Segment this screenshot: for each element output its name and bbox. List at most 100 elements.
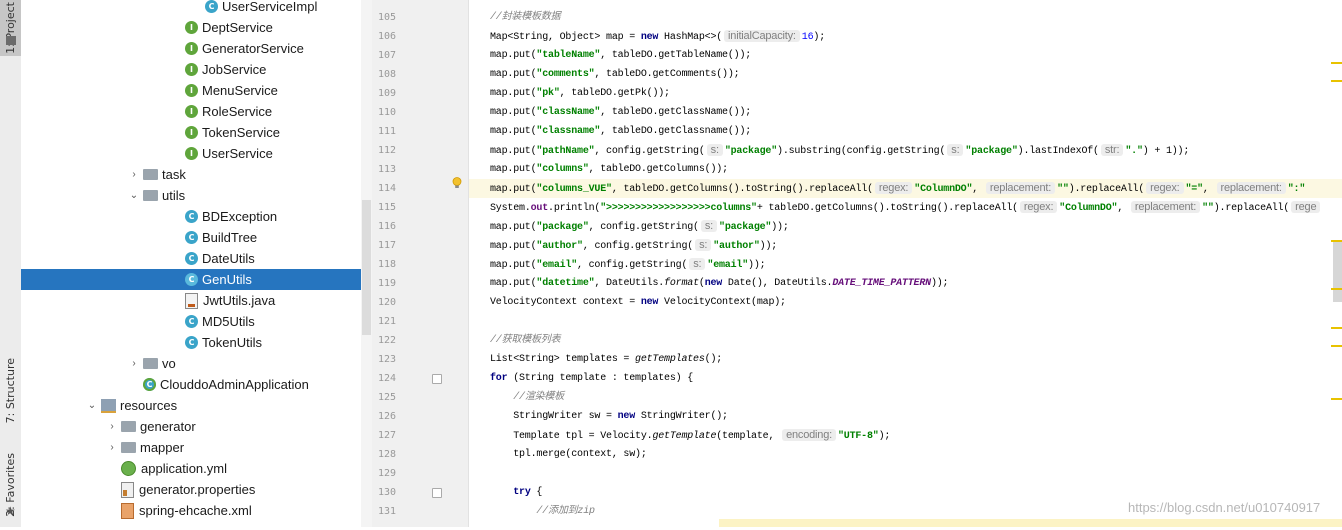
expand-arrow-icon[interactable]: › bbox=[107, 442, 117, 453]
parameter-hint: initialCapacity: bbox=[724, 30, 800, 42]
code-token: System. bbox=[490, 203, 531, 214]
code-token: )); bbox=[748, 260, 766, 271]
tree-item[interactable]: C ClouddoAdminApplication bbox=[21, 374, 372, 395]
expand-arrow-icon[interactable]: ⌄ bbox=[87, 400, 97, 411]
project-tree[interactable]: C UserServiceImpl I DeptService I GeneratorSe… bbox=[21, 0, 372, 527]
tree-scrollbar[interactable] bbox=[361, 0, 372, 527]
code-line[interactable]: map.put("datetime", DateUtils.format(new… bbox=[490, 274, 949, 293]
code-token: VelocityContext context = bbox=[490, 297, 641, 308]
parameter-hint: encoding: bbox=[782, 429, 836, 441]
code-token: out bbox=[530, 203, 549, 214]
code-line[interactable]: List<String> templates = getTemplates(); bbox=[490, 350, 722, 369]
code-line[interactable]: map.put("columns_VUE", tableDO.getColumn… bbox=[490, 179, 1305, 198]
code-token: , tableDO.getClassName()); bbox=[600, 107, 752, 118]
tree-item[interactable]: › generator bbox=[21, 416, 372, 437]
code-token: tpl.merge(context, sw); bbox=[490, 449, 647, 460]
code-token: ) + 1)); bbox=[1142, 146, 1190, 157]
tree-item[interactable]: I JobService bbox=[21, 59, 372, 80]
tree-item[interactable]: C BuildTree bbox=[21, 227, 372, 248]
tree-item-label: UserServiceImpl bbox=[222, 0, 318, 14]
error-stripe-marker[interactable] bbox=[1331, 80, 1342, 82]
code-line[interactable]: //添加到zip bbox=[490, 502, 595, 521]
tree-scrollbar-thumb[interactable] bbox=[362, 200, 371, 335]
code-line[interactable]: map.put("tableName", tableDO.getTableNam… bbox=[490, 46, 751, 65]
error-stripe-marker[interactable] bbox=[1331, 398, 1342, 400]
code-token: , bbox=[1202, 184, 1215, 195]
tree-item[interactable]: › vo bbox=[21, 353, 372, 374]
code-token: ).substring(config.getString( bbox=[777, 146, 946, 157]
editor-scrollbar-thumb[interactable] bbox=[1333, 242, 1342, 302]
tree-item[interactable]: C GenUtils bbox=[21, 269, 372, 290]
tree-item[interactable]: ⌄ resources bbox=[21, 395, 372, 416]
code-line[interactable]: Map<String, Object> map = new HashMap<>(… bbox=[490, 27, 825, 46]
code-token: map.put( bbox=[490, 260, 537, 271]
code-line[interactable]: map.put("author", config.getString(s: "au… bbox=[490, 236, 777, 255]
tree-item[interactable]: C BDException bbox=[21, 206, 372, 227]
code-token: //封装模板数据 bbox=[490, 12, 561, 23]
tree-item[interactable]: C UserServiceImpl bbox=[21, 0, 372, 17]
code-line[interactable]: map.put("pk", tableDO.getPk()); bbox=[490, 84, 670, 103]
error-stripe-marker[interactable] bbox=[1331, 327, 1342, 329]
error-stripe-marker[interactable] bbox=[1331, 345, 1342, 347]
interface-icon: I bbox=[185, 21, 198, 34]
xml-file-icon bbox=[121, 502, 134, 519]
tree-item[interactable]: generator.properties bbox=[21, 479, 372, 500]
code-line[interactable]: try { bbox=[490, 483, 542, 502]
intention-bulb-icon[interactable] bbox=[452, 177, 462, 189]
line-number: 110 bbox=[377, 107, 396, 118]
line-number: 124 bbox=[377, 373, 396, 384]
resources-folder-icon bbox=[101, 398, 116, 413]
tree-item-label: BDException bbox=[202, 209, 278, 224]
code-token: //获取模板列表 bbox=[490, 335, 561, 346]
structure-tool-tab[interactable]: 7: Structure bbox=[0, 336, 21, 446]
tree-item[interactable]: › task bbox=[21, 164, 372, 185]
code-line[interactable]: map.put("classname", tableDO.getClassnam… bbox=[490, 122, 751, 141]
error-stripe-marker[interactable] bbox=[1331, 288, 1342, 290]
code-line[interactable]: for (String template : templates) { bbox=[490, 369, 693, 388]
code-line[interactable]: map.put("columns", tableDO.getColumns())… bbox=[490, 160, 728, 179]
code-line[interactable]: Template tpl = Velocity.getTemplate(temp… bbox=[490, 426, 890, 445]
code-token: , DateUtils. bbox=[594, 278, 665, 289]
code-line[interactable]: //封装模板数据 bbox=[490, 8, 561, 27]
tree-item[interactable]: I DeptService bbox=[21, 17, 372, 38]
tree-item[interactable]: C DateUtils bbox=[21, 248, 372, 269]
code-line[interactable]: VelocityContext context = new VelocityCo… bbox=[490, 293, 786, 312]
tree-item[interactable]: I UserService bbox=[21, 143, 372, 164]
project-tool-tab[interactable]: 1: Project bbox=[0, 0, 21, 56]
expand-arrow-icon[interactable]: › bbox=[107, 421, 117, 432]
tree-item[interactable]: I RoleService bbox=[21, 101, 372, 122]
code-line[interactable]: System.out.println(">>>>>>>>>>>>>>>>>>co… bbox=[490, 198, 1322, 217]
parameter-hint: str: bbox=[1100, 144, 1124, 156]
error-stripe-marker[interactable] bbox=[1331, 62, 1342, 64]
code-line[interactable]: //渲染模板 bbox=[490, 388, 564, 407]
tree-item[interactable]: I TokenService bbox=[21, 122, 372, 143]
fold-marker-icon[interactable] bbox=[432, 488, 442, 498]
tree-item[interactable]: ⌄ utils bbox=[21, 185, 372, 206]
line-number: 119 bbox=[377, 278, 396, 289]
tree-item[interactable]: spring-ehcache.xml bbox=[21, 500, 372, 521]
code-token: "author" bbox=[713, 241, 760, 252]
code-line[interactable]: map.put("package", config.getString(s: "p… bbox=[490, 217, 789, 236]
tree-item[interactable]: JwtUtils.java bbox=[21, 290, 372, 311]
code-line[interactable]: map.put("pathName", config.getString(s: "… bbox=[490, 141, 1189, 160]
code-editor[interactable]: //封装模板数据 Map<String, Object> map = new Ha… bbox=[469, 0, 1342, 527]
code-line[interactable]: map.put("comments", tableDO.getComments(… bbox=[490, 65, 740, 84]
code-token: "tableName" bbox=[536, 50, 601, 61]
code-line[interactable]: StringWriter sw = new StringWriter(); bbox=[490, 407, 728, 426]
tree-item[interactable]: I MenuService bbox=[21, 80, 372, 101]
tree-item[interactable]: C MD5Utils bbox=[21, 311, 372, 332]
expand-arrow-icon[interactable]: ⌄ bbox=[129, 190, 139, 201]
code-token: "ColumnDO" bbox=[914, 184, 973, 195]
code-token: map.put( bbox=[490, 278, 537, 289]
code-line[interactable]: map.put("className", tableDO.getClassNam… bbox=[490, 103, 751, 122]
code-line[interactable]: map.put("email", config.getString(s: "ema… bbox=[490, 255, 766, 274]
tree-item[interactable]: application.yml bbox=[21, 458, 372, 479]
code-line[interactable]: tpl.merge(context, sw); bbox=[490, 445, 647, 464]
fold-marker-icon[interactable] bbox=[432, 374, 442, 384]
expand-arrow-icon[interactable]: › bbox=[129, 358, 139, 369]
tree-item[interactable]: › mapper bbox=[21, 437, 372, 458]
code-line[interactable]: //获取模板列表 bbox=[490, 331, 561, 350]
expand-arrow-icon[interactable]: › bbox=[129, 169, 139, 180]
tree-item[interactable]: I GeneratorService bbox=[21, 38, 372, 59]
tree-item[interactable]: C TokenUtils bbox=[21, 332, 372, 353]
